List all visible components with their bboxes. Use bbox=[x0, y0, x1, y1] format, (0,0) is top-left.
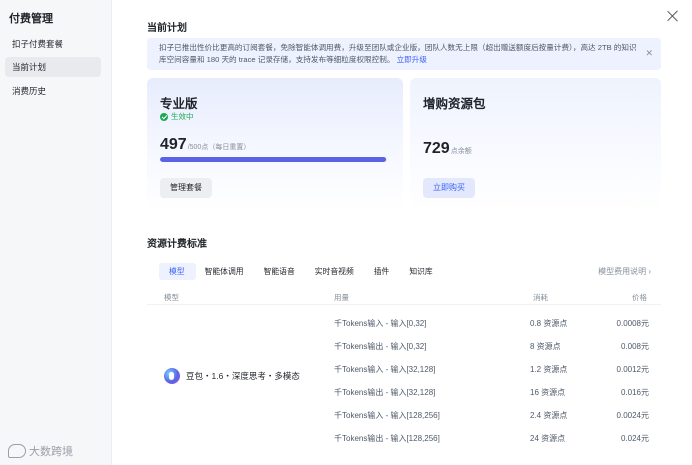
usage-cell: 千Tokens输出 - 输入[0,32] bbox=[334, 342, 427, 351]
cost-cell: 8 资源点 bbox=[530, 342, 561, 351]
close-icon[interactable] bbox=[666, 9, 680, 23]
resource-pack-title: 增购资源包 bbox=[423, 97, 486, 111]
pack-balance-value: 729 bbox=[423, 140, 450, 157]
watermark: 大数跨境 bbox=[8, 443, 73, 459]
points-remaining: 497/500点（每日重置） bbox=[160, 136, 250, 154]
pack-balance: 729点余额 bbox=[423, 140, 472, 158]
header-cost: 消耗 bbox=[533, 293, 548, 302]
price-cell: 0.008元 bbox=[620, 342, 649, 351]
notice-close-icon[interactable]: ✕ bbox=[645, 47, 653, 59]
price-cell: 0.016元 bbox=[620, 388, 649, 397]
header-model: 模型 bbox=[164, 293, 179, 302]
check-circle-icon bbox=[160, 112, 168, 121]
price-cell: 0.0012元 bbox=[616, 365, 649, 374]
sidebar-item-history[interactable]: 消费历史 bbox=[5, 81, 101, 101]
pricing-table: 模型 智能体调用 智能语音 实时音视频 插件 知识库 模型费用说明 › 模型 用… bbox=[147, 252, 661, 465]
upgrade-notice: 扣子已推出性价比更高的订阅套餐，免除智能体调用费，升级至团队或企业版，团队人数无… bbox=[147, 38, 661, 70]
price-cell: 0.0008元 bbox=[616, 319, 649, 328]
tab-rtc[interactable]: 实时音视频 bbox=[315, 266, 354, 277]
usage-cell: 千Tokens输出 - 输入[32,128] bbox=[334, 388, 436, 397]
points-value: 497 bbox=[160, 136, 187, 153]
status-text: 生效中 bbox=[171, 112, 194, 121]
cost-cell: 16 资源点 bbox=[530, 388, 566, 397]
header-price: 价格 bbox=[632, 293, 647, 302]
cost-cell: 0.8 资源点 bbox=[530, 319, 568, 328]
pack-balance-unit: 点余额 bbox=[450, 148, 472, 155]
tab-voice[interactable]: 智能语音 bbox=[264, 266, 295, 277]
manage-plan-button[interactable]: 管理套餐 bbox=[160, 178, 212, 198]
header-divider bbox=[147, 304, 661, 305]
table-row: 千Tokens输出 - 输入[32,128] 16 资源点 0.016元 bbox=[147, 380, 661, 403]
tab-agent-call[interactable]: 智能体调用 bbox=[205, 266, 244, 277]
sidebar-item-current-plan[interactable]: 当前计划 bbox=[5, 57, 101, 77]
usage-cell: 千Tokens输出 - 输入[128,256] bbox=[334, 434, 440, 443]
price-cell: 0.0024元 bbox=[616, 411, 649, 420]
pro-plan-card: 专业版 生效中 497/500点（每日重置） 管理套餐 bbox=[147, 78, 403, 211]
table-row: 千Tokens输入 - 输入[0,32] 0.8 资源点 0.0008元 bbox=[147, 311, 661, 334]
tab-knowledge[interactable]: 知识库 bbox=[409, 266, 432, 277]
tab-model[interactable]: 模型 bbox=[169, 266, 185, 277]
upgrade-link[interactable]: 立即升级 bbox=[397, 55, 427, 64]
current-plan-title: 当前计划 bbox=[147, 23, 187, 34]
model-pricing-link[interactable]: 模型费用说明 › bbox=[598, 266, 651, 277]
status-badge: 生效中 bbox=[160, 111, 194, 122]
points-quota: /500点（每日重置） bbox=[187, 144, 251, 151]
buy-now-button[interactable]: 立即购买 bbox=[423, 178, 475, 198]
cost-cell: 1.2 资源点 bbox=[530, 365, 568, 374]
table-row: 千Tokens输出 - 输入[128,256] 24 资源点 0.024元 bbox=[147, 426, 661, 449]
table-row: 千Tokens输入 - 输入[32,128] 1.2 资源点 0.0012元 bbox=[147, 357, 661, 380]
points-progress-bar bbox=[160, 157, 387, 162]
watermark-logo-icon bbox=[8, 444, 26, 458]
main-panel: 当前计划 扣子已推出性价比更高的订阅套餐，免除智能体调用费，升级至团队或企业版，… bbox=[112, 0, 692, 465]
table-row: 千Tokens输入 - 输入[128,256] 2.4 资源点 0.0024元 bbox=[147, 403, 661, 426]
cost-cell: 24 资源点 bbox=[530, 434, 566, 443]
pricing-tabs: 模型 智能体调用 智能语音 实时音视频 插件 知识库 bbox=[169, 266, 453, 277]
sidebar-item-plans[interactable]: 扣子付费套餐 bbox=[5, 34, 101, 54]
points-progress-fill bbox=[160, 157, 386, 162]
usage-cell: 千Tokens输入 - 输入[128,256] bbox=[334, 411, 440, 420]
pricing-title: 资源计费标准 bbox=[147, 239, 207, 250]
cost-cell: 2.4 资源点 bbox=[530, 411, 568, 420]
header-usage: 用量 bbox=[334, 293, 349, 302]
usage-cell: 千Tokens输入 - 输入[0,32] bbox=[334, 319, 427, 328]
sidebar: 付费管理 扣子付费套餐 当前计划 消费历史 bbox=[0, 0, 112, 465]
sidebar-title: 付费管理 bbox=[9, 13, 53, 25]
table-row: 千Tokens输出 - 输入[0,32] 8 资源点 0.008元 bbox=[147, 334, 661, 357]
tab-plugin[interactable]: 插件 bbox=[374, 266, 390, 277]
price-cell: 0.024元 bbox=[620, 434, 649, 443]
watermark-text: 大数跨境 bbox=[29, 446, 73, 458]
usage-cell: 千Tokens输入 - 输入[32,128] bbox=[334, 365, 436, 374]
resource-pack-card: 增购资源包 729点余额 立即购买 bbox=[410, 78, 661, 211]
pro-plan-title: 专业版 bbox=[160, 97, 198, 111]
